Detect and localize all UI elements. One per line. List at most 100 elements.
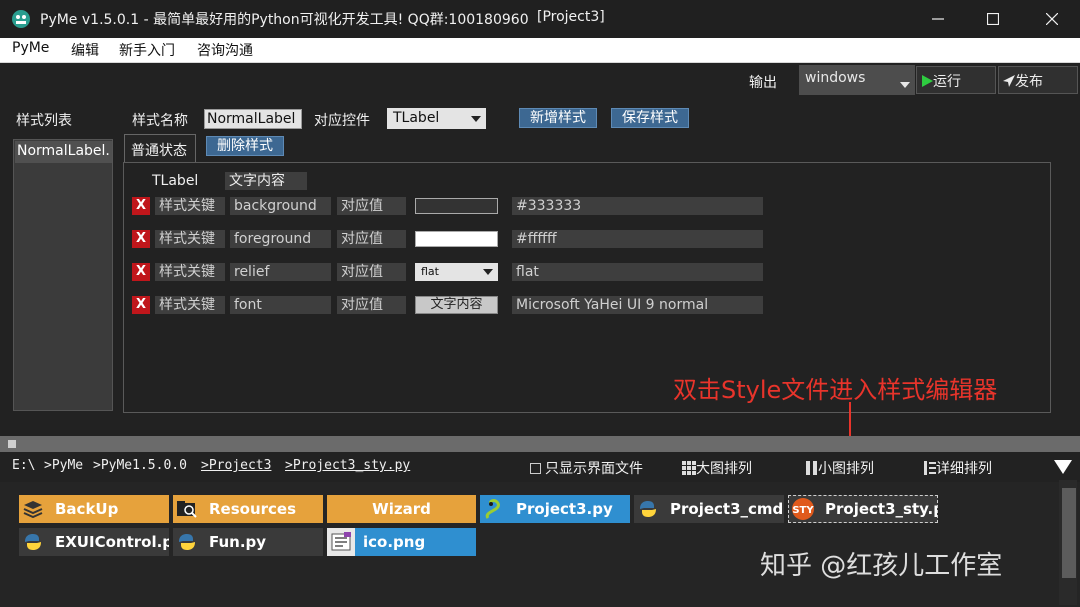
style-key-label: 样式关键 (155, 230, 225, 248)
menu-pyme[interactable]: PyMe (12, 40, 49, 56)
view-large-icons[interactable]: 大图排列 (682, 458, 752, 478)
file-name: EXUIControl.p (55, 533, 169, 551)
style-key-label: 样式关键 (155, 197, 225, 215)
file-name: ico.png (363, 533, 426, 551)
delete-style-button[interactable]: 删除样式 (206, 136, 284, 156)
python-icon (19, 528, 47, 556)
view-large-label: 大图排列 (696, 461, 752, 477)
color-swatch-foreground[interactable] (415, 231, 498, 247)
output-select-value: windows (805, 70, 866, 86)
font-picker-button[interactable]: 文字内容 (415, 296, 498, 314)
delete-row-button[interactable]: X (132, 263, 150, 281)
view-details[interactable]: 详细排列 (924, 458, 992, 478)
style-list[interactable]: NormalLabel. (13, 139, 113, 411)
maximize-button[interactable] (963, 0, 1023, 38)
file-tile-resources[interactable]: Resources (173, 495, 323, 523)
value-label: 对应值 (337, 197, 406, 215)
tab-normal-state[interactable]: 普通状态 (124, 134, 196, 163)
delete-row-button[interactable]: X (132, 230, 150, 248)
file-name: Project3_cmd (670, 500, 784, 518)
annotation-text: 双击Style文件进入样式编辑器 (673, 376, 998, 404)
file-tile-project3-py[interactable]: Project3.py (480, 495, 630, 523)
menu-edit[interactable]: 编辑 (71, 40, 99, 60)
path-segment[interactable]: E:\ (12, 458, 35, 473)
file-tile-exuicontrol[interactable]: EXUIControl.p (19, 528, 169, 556)
run-button[interactable]: 运行 (916, 66, 996, 94)
window-title: PyMe v1.5.0.1 - 最简单最好用的Python可视化开发工具! QQ… (40, 12, 529, 28)
style-key-input[interactable]: foreground (230, 230, 331, 248)
only-ui-files-checkbox[interactable]: 只显示界面文件 (530, 458, 643, 478)
only-ui-files-label: 只显示界面文件 (545, 461, 643, 477)
style-name-input[interactable]: NormalLabel (204, 109, 302, 129)
watermark: 知乎 @红孩儿工作室 (760, 551, 1003, 581)
svg-text:STY: STY (792, 505, 814, 516)
style-value-input[interactable]: flat (512, 263, 763, 281)
file-tile-project3-sty[interactable]: STY Project3_sty.p (788, 495, 938, 523)
collapse-triangle-icon[interactable] (1054, 460, 1072, 474)
path-segment[interactable]: >PyMe (44, 458, 83, 473)
menu-beginner[interactable]: 新手入门 (119, 40, 175, 60)
close-button[interactable] (1022, 0, 1080, 38)
style-key-input[interactable]: relief (230, 263, 331, 281)
folder-search-icon (173, 495, 201, 523)
grip-icon (8, 440, 16, 448)
file-name: Resources (209, 500, 297, 518)
send-icon (1003, 75, 1015, 87)
style-key-label: 样式关键 (155, 263, 225, 281)
value-label: 对应值 (337, 296, 406, 314)
minimize-icon (932, 18, 944, 20)
value-label: 对应值 (337, 230, 406, 248)
menu-consult[interactable]: 咨询沟通 (197, 40, 253, 60)
title-bar: PyMe v1.5.0.1 - 最简单最好用的Python可视化开发工具! QQ… (0, 0, 1080, 38)
file-tile-ico-png[interactable]: ico.png (327, 528, 476, 556)
publish-button[interactable]: 发布 (998, 66, 1078, 94)
new-style-button[interactable]: 新增样式 (519, 108, 597, 128)
relief-select[interactable]: flat (415, 263, 498, 281)
file-tile-wizard[interactable]: Wizard (327, 495, 476, 523)
view-details-label: 详细排列 (936, 461, 992, 477)
view-small-label: 小图排列 (818, 461, 874, 477)
window-project: [Project3] (537, 9, 605, 25)
view-small-icons[interactable]: 小图排列 (806, 458, 874, 478)
delete-row-button[interactable]: X (132, 197, 150, 215)
control-name: TLabel (152, 173, 199, 189)
path-segment[interactable]: >Project3 (201, 458, 271, 473)
delete-row-button[interactable]: X (132, 296, 150, 314)
file-name: BackUp (55, 500, 119, 518)
style-value-input[interactable]: #333333 (512, 197, 763, 215)
path-segment[interactable]: >PyMe1.5.0.0 (93, 458, 187, 473)
close-icon (1046, 13, 1058, 25)
menu-bar: PyMe 编辑 新手入门 咨询沟通 (0, 38, 1080, 63)
python-icon (173, 528, 201, 556)
style-list-item[interactable]: NormalLabel. (15, 141, 112, 163)
style-value-input[interactable]: Microsoft YaHei UI 9 normal (512, 296, 763, 314)
widget-select[interactable]: TLabel (387, 108, 486, 129)
file-tile-backup[interactable]: BackUp (19, 495, 169, 523)
chevron-down-icon (900, 82, 910, 88)
path-segment[interactable]: >Project3_sty.py (285, 458, 410, 473)
file-tile-project3-cmd[interactable]: Project3_cmd (634, 495, 784, 523)
save-style-button[interactable]: 保存样式 (611, 108, 689, 128)
grid-small-icon (806, 461, 817, 475)
maximize-icon (987, 13, 999, 25)
play-icon (922, 75, 933, 87)
output-label: 输出 (749, 75, 777, 91)
checkbox-icon (530, 463, 541, 474)
publish-label: 发布 (1015, 74, 1043, 90)
control-text-preview: 文字内容 (225, 172, 307, 190)
file-name: Project3_sty.p (825, 500, 938, 518)
style-key-input[interactable]: background (230, 197, 331, 215)
output-select[interactable]: windows (799, 65, 915, 95)
style-list-label: 样式列表 (16, 113, 72, 129)
minimize-button[interactable] (908, 0, 968, 38)
style-key-input[interactable]: font (230, 296, 331, 314)
file-tile-fun-py[interactable]: Fun.py (173, 528, 323, 556)
grid-large-icon (682, 461, 696, 475)
snake-icon (480, 495, 508, 523)
sty-icon: STY (789, 496, 817, 522)
style-name-label: 样式名称 (132, 113, 188, 129)
style-value-input[interactable]: #ffffff (512, 230, 763, 248)
splitter-handle[interactable] (0, 436, 1080, 452)
color-swatch-background[interactable] (415, 198, 498, 214)
file-scrollbar-thumb[interactable] (1062, 488, 1076, 578)
